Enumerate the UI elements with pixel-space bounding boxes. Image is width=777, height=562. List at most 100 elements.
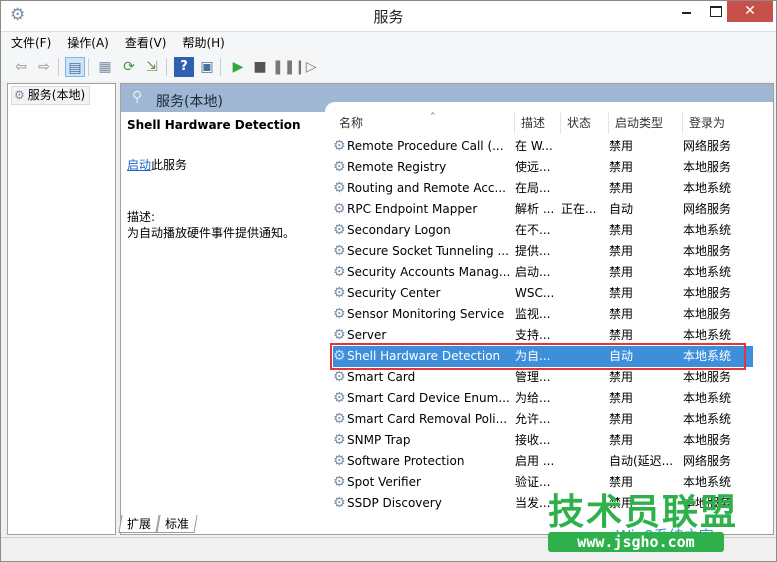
close-button[interactable]: ✕ [727,1,773,22]
cell-startup: 禁用 [609,475,634,489]
cell-logon: 本地服务 [683,370,732,384]
service-row[interactable]: ⚙ Sensor Monitoring Service 监视... 禁用 本地服务 [333,304,753,325]
properties-icon: ▦ [98,59,112,75]
cell-name: SSDP Discovery [347,496,442,510]
services-list: 名称 ⌃ 描述 状态 启动类型 登录为 ⚙ Remote Procedure Cal… [325,102,773,516]
cell-startup: 禁用 [609,223,634,237]
cell-name: Smart Card Removal Poli... [347,412,508,426]
service-row[interactable]: ⚙ Spot Verifier 验证... 禁用 本地系统 [333,472,753,493]
column-header-status[interactable]: 状态 [561,112,609,134]
tab-extended[interactable]: 扩展 [118,515,160,533]
cell-desc: 提供... [515,244,551,258]
cell-name: RPC Endpoint Mapper [347,202,478,216]
cell-logon: 本地系统 [683,475,732,489]
cell-desc: 当发... [515,496,551,510]
toolbar-separator [88,58,89,76]
back-arrow-button[interactable]: ⇦ [11,57,31,77]
cell-name: Security Accounts Manag... [347,265,511,279]
service-row[interactable]: ⚙ RPC Endpoint Mapper 解析 ... 正在... 自动 网络服务 [333,199,753,220]
properties-button[interactable]: ▦ [95,57,115,77]
gear-icon: ⚙ [14,88,25,102]
service-row[interactable]: ⚙ Secure Socket Tunneling ... 提供... 禁用 本地服务 [333,241,753,262]
column-header-logon-as[interactable]: 登录为 [683,112,755,134]
service-row[interactable]: ⚙ Smart Card Removal Poli... 允许... 禁用 本地系统 [333,409,753,430]
service-row[interactable]: ⚙ Security Center WSC... 禁用 本地服务 [333,283,753,304]
show-hide-console-tree-button[interactable]: ▤ [65,57,85,77]
cell-name: Secondary Logon [347,223,451,237]
cell-desc: 监视... [515,307,551,321]
detail-service-name: Shell Hardware Detection [127,118,301,132]
pause-service-button[interactable]: ❚❚ [272,57,295,77]
cell-name: Sensor Monitoring Service [347,307,505,321]
forward-arrow-icon: ⇨ [38,59,50,75]
tab-standard[interactable]: 标准 [156,515,198,533]
sort-ascending-icon: ⌃ [429,112,437,122]
cell-name: Smart Card [347,370,416,384]
tree-item-services-local[interactable]: ⚙ 服务(本地) [11,86,91,105]
cell-name: Security Center [347,286,441,300]
service-row[interactable]: ⚙ SSDP Discovery 当发... 禁用 本地服务 [333,493,753,514]
cell-startup: 禁用 [609,244,634,258]
service-row[interactable]: ⚙ SNMP Trap 接收... 禁用 本地服务 [333,430,753,451]
cell-desc: 启用 ... [515,454,555,468]
service-gear-icon: ⚙ [333,159,346,175]
search-gear-icon: ⚲ [132,89,143,105]
action-pane-button[interactable]: ▣ [197,57,217,77]
column-header-description[interactable]: 描述 [515,112,561,134]
service-row[interactable]: ⚙ Routing and Remote Acc... 在局... 禁用 本地系统 [333,178,753,199]
help-button[interactable]: ? [174,57,194,77]
service-row[interactable]: ⚙ Security Accounts Manag... 启动... 禁用 本地系统 [333,262,753,283]
menu-view[interactable]: 查看(V) [119,32,173,52]
back-arrow-icon: ⇦ [15,59,27,75]
cell-startup: 禁用 [609,181,634,195]
cell-logon: 本地系统 [683,391,732,405]
service-row[interactable]: ⚙ Smart Card Device Enum... 为给... 禁用 本地系统 [333,388,753,409]
show-hide-console-tree-icon: ▤ [68,60,82,76]
cell-status: 正在... [561,202,597,216]
cell-startup: 自动(延迟... [609,454,674,468]
export-list-button[interactable]: ⇲ [142,57,162,77]
cell-logon: 本地服务 [683,433,732,447]
service-gear-icon: ⚙ [333,453,346,469]
cell-logon: 本地系统 [683,181,732,195]
cell-name: SNMP Trap [347,433,411,447]
menu-action[interactable]: 操作(A) [61,32,115,52]
cell-desc: 在 W... [515,139,553,153]
cell-logon: 网络服务 [683,454,732,468]
service-gear-icon: ⚙ [333,138,346,154]
service-gear-icon: ⚙ [333,285,346,301]
service-gear-icon: ⚙ [333,201,346,217]
column-header-startup-type[interactable]: 启动类型 [609,112,683,134]
column-header-name[interactable]: 名称 ⌃ [333,112,515,134]
service-detail: Shell Hardware Detection 启动此服务 描述: 为自动播放… [127,118,327,240]
cell-name: Remote Procedure Call (... [347,139,504,153]
status-bar [1,537,776,561]
minimize-button[interactable] [672,1,702,22]
forward-arrow-button[interactable]: ⇨ [34,57,54,77]
cell-desc: 使远... [515,160,551,174]
start-service-link[interactable]: 启动 [127,158,151,172]
resume-service-button[interactable]: ❙▷ [294,57,317,77]
service-row[interactable]: ⚙ Secondary Logon 在不... 禁用 本地系统 [333,220,753,241]
menu-file[interactable]: 文件(F) [5,32,57,52]
cell-logon: 本地系统 [683,412,732,426]
stop-service-button[interactable]: ■ [250,57,270,77]
start-service-button[interactable]: ▶ [228,57,248,77]
cell-startup: 禁用 [609,370,634,384]
cell-desc: 为给... [515,391,551,405]
refresh-button[interactable]: ⟳ [119,57,139,77]
cell-logon: 网络服务 [683,202,732,216]
cell-desc: 解析 ... [515,202,555,216]
service-row[interactable]: ⚙ Remote Registry 使远... 禁用 本地服务 [333,157,753,178]
service-row[interactable]: ⚙ Software Protection 启用 ... 自动(延迟... 网络服务 [333,451,753,472]
toolbar-separator [166,58,167,76]
menu-help[interactable]: 帮助(H) [176,32,230,52]
service-gear-icon: ⚙ [333,306,346,322]
column-label: 名称 [339,116,364,130]
cell-startup: 禁用 [609,286,634,300]
service-gear-icon: ⚙ [333,474,346,490]
cell-desc: 验证... [515,475,551,489]
window-title: 服务 [373,8,404,26]
service-row[interactable]: ⚙ Smart Card 管理... 禁用 本地服务 [333,367,753,388]
service-row[interactable]: ⚙ Remote Procedure Call (... 在 W... 禁用 网络服务 [333,136,753,157]
